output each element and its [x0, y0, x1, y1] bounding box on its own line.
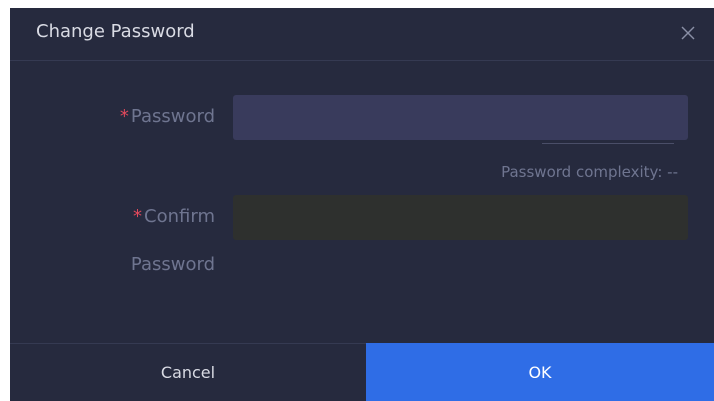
confirm-label-line2: Password: [130, 254, 215, 275]
required-mark: *: [119, 106, 129, 127]
dialog-footer: Cancel OK: [10, 343, 714, 401]
password-label-text: Password: [130, 106, 215, 127]
required-mark: *: [133, 206, 143, 227]
password-complexity-text: Password complexity: --: [501, 163, 678, 181]
password-label: * Password: [120, 106, 215, 127]
confirm-password-label: * Confirm: [133, 206, 215, 227]
password-input[interactable]: [233, 95, 688, 140]
confirm-password-input[interactable]: [233, 195, 688, 240]
dialog-header: Change Password: [10, 8, 714, 61]
password-input-underline: [542, 143, 674, 144]
confirm-label-line1: Confirm: [144, 206, 215, 227]
ok-button[interactable]: OK: [366, 343, 714, 401]
cancel-button[interactable]: Cancel: [10, 343, 366, 401]
change-password-dialog: Change Password * Password Password compl…: [10, 8, 714, 401]
dialog-title: Change Password: [36, 21, 195, 42]
close-button[interactable]: [678, 23, 698, 43]
close-icon: [681, 26, 695, 40]
